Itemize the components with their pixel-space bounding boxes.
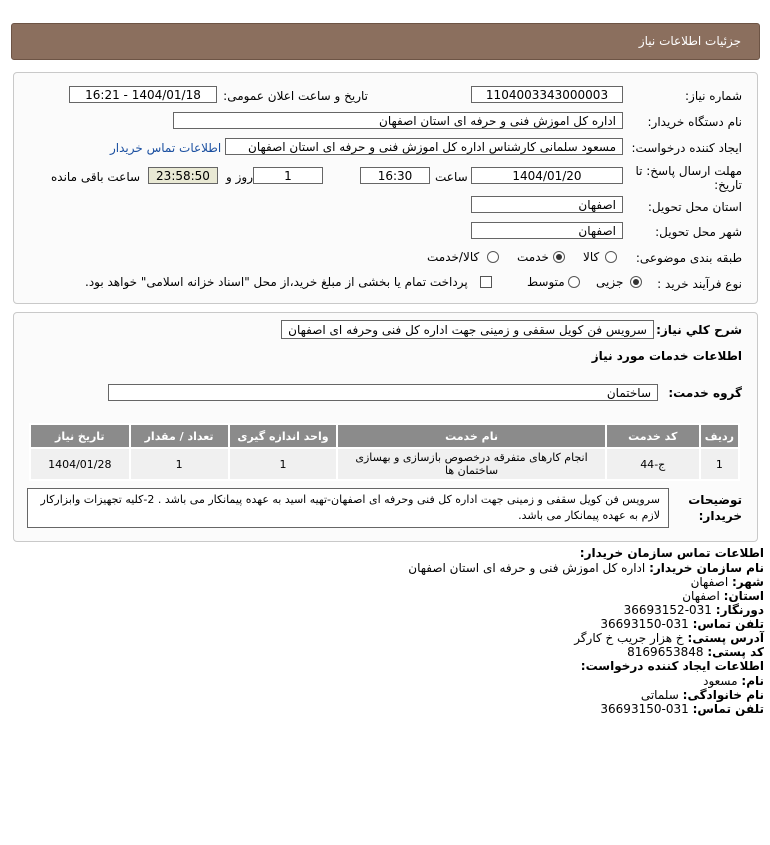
deadline-date-label: تاریخ:: [714, 178, 742, 192]
announce-label: تاریخ و ساعت اعلان عمومی:: [223, 89, 368, 103]
creator-first-name-label: نام:: [741, 674, 764, 688]
category-option-goods-service: کالا/خدمت: [427, 250, 480, 264]
buyer-notes-label-2: خریدار:: [698, 509, 742, 523]
services-table: ردیف کد خدمت نام خدمت واحد اندازه گیری ت…: [29, 423, 741, 481]
need-number-label: شماره نیاز:: [685, 89, 742, 103]
summary-label: شرح کلي نياز:: [656, 323, 742, 337]
buyer-org-label: نام دستگاه خریدار:: [647, 115, 743, 129]
contact-province: استان: اصفهان: [682, 589, 764, 603]
creator-last-name-value: سلماتی: [640, 688, 679, 702]
creator-phone-value: 031-36693150: [600, 702, 689, 716]
cell-service-code: ج-44: [604, 447, 701, 481]
announce-field: 1404/01/18 - 16:21: [69, 86, 217, 103]
process-radio-minor[interactable]: [630, 276, 642, 288]
treasury-payment-checkbox[interactable]: [480, 276, 492, 288]
contact-heading: اطلاعات تماس سازمان خریدار:: [579, 546, 764, 560]
contact-address-value: خ هزار جریب خ کارگر: [574, 631, 684, 645]
need-number-field: 1104003343000003: [471, 86, 623, 103]
col-service-name: نام خدمت: [336, 423, 607, 449]
payment-note: پرداخت تمام یا بخشی از مبلغ خرید،از محل …: [85, 275, 468, 289]
buyer-org-field: اداره کل اموزش فنی و حرفه ای استان اصفها…: [173, 112, 623, 129]
buyer-notes-label: توضیحات: [688, 493, 742, 507]
contact-province-value: اصفهان: [682, 589, 720, 603]
need-info-panel: [13, 72, 758, 304]
category-option-goods: کالا: [583, 250, 600, 264]
contact-postal-label: کد پستی:: [707, 645, 764, 659]
services-heading: اطلاعات خدمات مورد نیاز: [591, 349, 742, 363]
contact-address-label: آدرس پستی:: [687, 631, 764, 645]
contact-postal: کد پستی: 8169653848: [627, 645, 764, 659]
creator-last-name: نام خانوادگی: سلماتی: [641, 688, 764, 702]
city-label: شهر محل تحویل:: [655, 225, 742, 239]
contact-city-label: شهر:: [732, 575, 764, 589]
creator-heading: اطلاعات ایجاد کننده درخواست:: [580, 659, 764, 673]
deadline-label: مهلت ارسال پاسخ: تا: [635, 164, 742, 178]
contact-fax: دورنگار: 031-36693152: [624, 603, 764, 617]
creator-first-name-value: مسعود: [703, 674, 738, 688]
creator-field: مسعود سلمانی کارشناس اداره کل اموزش فنی …: [225, 138, 623, 155]
contact-province-label: استان:: [723, 589, 764, 603]
cell-service-name: انجام کارهای متفرقه درخصوص بازسازی و بهس…: [336, 447, 607, 481]
col-need-date: تاریخ نیاز: [29, 423, 131, 449]
cell-quantity: 1: [128, 447, 230, 481]
contact-city: شهر: اصفهان: [691, 575, 764, 589]
category-radio-service[interactable]: [553, 251, 565, 263]
buyer-name-value: اداره کل اموزش فنی و حرفه ای استان اصفها…: [408, 561, 646, 575]
table-header-row: ردیف کد خدمت نام خدمت واحد اندازه گیری ت…: [29, 423, 741, 449]
deadline-time-label: ساعت: [435, 170, 468, 184]
creator-phone: تلفن تماس: 031-36693150: [600, 702, 764, 716]
days-field: 1: [253, 167, 323, 184]
buyer-name-label: نام سازمان خریدار:: [649, 561, 764, 575]
contact-city-value: اصفهان: [690, 575, 729, 589]
table-row: 1 ج-44 انجام کارهای متفرقه درخصوص بازساز…: [29, 447, 741, 481]
process-option-minor: جزیی: [596, 275, 624, 289]
contact-phone: تلفن تماس: 031-36693150: [600, 617, 764, 631]
process-radio-medium[interactable]: [568, 276, 580, 288]
deadline-time-field: 16:30: [360, 167, 430, 184]
days-label: روز و: [226, 170, 253, 184]
contact-buyer-name: نام سازمان خریدار: اداره کل اموزش فنی و …: [408, 561, 764, 575]
contact-phone-label: تلفن تماس:: [692, 617, 764, 631]
creator-last-name-label: نام خانوادگی:: [682, 688, 764, 702]
remaining-time-field: 23:58:50: [148, 167, 218, 184]
category-label: طبقه بندی موضوعی:: [635, 251, 742, 265]
deadline-date-field: 1404/01/20: [471, 167, 623, 184]
page-title: جزئیات اطلاعات نیاز: [638, 34, 741, 48]
col-row: ردیف: [698, 423, 741, 449]
category-radio-goods-service[interactable]: [487, 251, 499, 263]
contact-postal-value: 8169653848: [627, 645, 704, 659]
province-label: استان محل تحویل:: [647, 200, 742, 214]
category-radio-goods[interactable]: [605, 251, 617, 263]
creator-first-name: نام: مسعود: [703, 674, 764, 688]
creator-phone-label: تلفن تماس:: [692, 702, 764, 716]
remaining-label: ساعت باقی مانده: [51, 170, 141, 184]
contact-fax-value: 031-36693152: [623, 603, 712, 617]
col-service-code: کد خدمت: [604, 423, 701, 449]
contact-address: آدرس پستی: خ هزار جریب خ کارگر: [574, 631, 764, 645]
province-field: اصفهان: [471, 196, 623, 213]
title-bar: جزئیات اطلاعات نیاز: [11, 23, 760, 60]
col-unit: واحد اندازه گیری: [227, 423, 339, 449]
process-label: نوع فرآیند خرید :: [657, 277, 742, 291]
summary-field: سرویس فن کویل سقفی و زمینی جهت اداره کل …: [281, 320, 654, 339]
contact-phone-value: 031-36693150: [600, 617, 689, 631]
creator-label: ایجاد کننده درخواست:: [631, 141, 742, 155]
category-option-service: خدمت: [517, 250, 549, 264]
cell-unit: 1: [227, 447, 339, 481]
cell-row: 1: [698, 447, 741, 481]
city-field: اصفهان: [471, 222, 623, 239]
contact-fax-label: دورنگار:: [715, 603, 764, 617]
buyer-notes-text: سرویس فن کویل سقفی و زمینی جهت اداره کل …: [27, 488, 669, 528]
process-option-medium: متوسط: [527, 275, 565, 289]
service-group-label: گروه خدمت:: [668, 386, 742, 400]
col-quantity: تعداد / مقدار: [128, 423, 230, 449]
cell-need-date: 1404/01/28: [29, 447, 131, 481]
service-group-field: ساختمان: [108, 384, 658, 401]
buyer-contact-link[interactable]: اطلاعات تماس خریدار: [110, 141, 221, 155]
